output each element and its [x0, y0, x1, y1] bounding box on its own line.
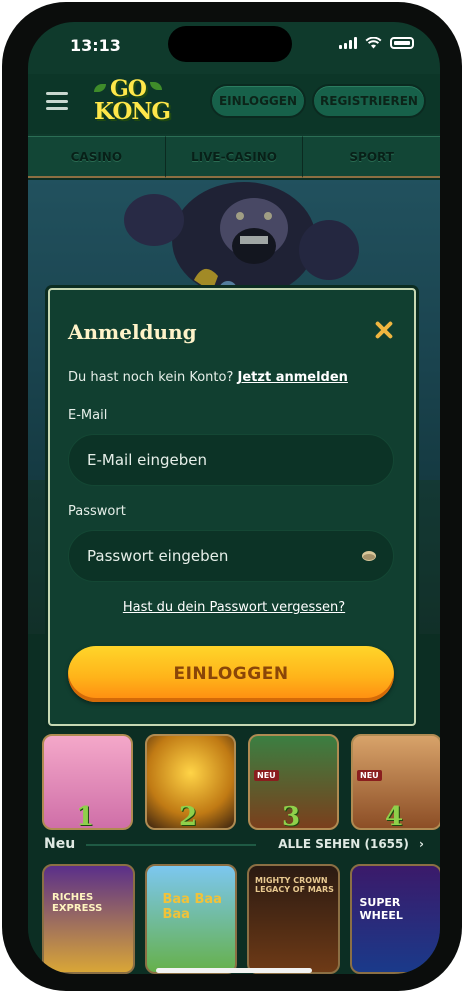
- password-placeholder: Passwort eingeben: [87, 547, 229, 565]
- show-password-icon[interactable]: [361, 549, 377, 563]
- battery-icon: [390, 37, 414, 49]
- game-card[interactable]: 2: [145, 734, 236, 830]
- game-card[interactable]: 1: [42, 734, 133, 830]
- email-label: E-Mail: [68, 408, 108, 423]
- status-icons: [339, 37, 414, 49]
- forgot-password-link[interactable]: Hast du dein Passwort vergessen?: [50, 600, 418, 615]
- register-link[interactable]: Jetzt anmelden: [238, 370, 348, 385]
- tab-live-casino[interactable]: LIVE-CASINO: [165, 136, 304, 178]
- tab-sport[interactable]: SPORT: [303, 136, 440, 178]
- menu-icon[interactable]: [46, 92, 68, 110]
- screen: 13:13 GO KONG EINLOGGEN REGISTRIEREN CAS…: [28, 22, 440, 974]
- status-time: 13:13: [70, 36, 121, 55]
- new-badge: NEU: [357, 770, 382, 781]
- wifi-icon: [365, 37, 382, 49]
- register-prompt: Du hast noch kein Konto? Jetzt anmelden: [68, 370, 348, 385]
- close-icon[interactable]: [372, 318, 396, 342]
- phone-frame: 13:13 GO KONG EINLOGGEN REGISTRIEREN CAS…: [2, 2, 462, 991]
- game-card[interactable]: SUPER WHEEL: [349, 864, 440, 974]
- email-placeholder: E-Mail eingeben: [87, 451, 208, 469]
- modal-title: Anmeldung: [68, 320, 197, 344]
- new-badge: NEU: [254, 770, 279, 781]
- home-indicator[interactable]: [156, 968, 312, 973]
- password-label: Passwort: [68, 504, 126, 519]
- top-header: GO KONG EINLOGGEN REGISTRIEREN: [28, 74, 440, 134]
- login-button[interactable]: EINLOGGEN: [68, 646, 394, 702]
- chevron-right-icon: ›: [419, 837, 424, 851]
- gokong-logo[interactable]: GO KONG: [90, 76, 171, 130]
- tab-casino[interactable]: CASINO: [28, 136, 166, 178]
- game-card[interactable]: MIGHTY CROWN LEGACY OF MARS: [247, 864, 340, 974]
- top-games-row: 1 2 NEU 3 NEU 4: [42, 734, 440, 834]
- email-field[interactable]: E-Mail eingeben: [68, 434, 394, 486]
- game-card[interactable]: NEU 4: [351, 734, 440, 830]
- section-title: Neu: [44, 836, 76, 852]
- password-field[interactable]: Passwort eingeben: [68, 530, 394, 582]
- game-card[interactable]: Baa Baa Baa: [144, 864, 237, 974]
- signal-icon: [339, 37, 357, 49]
- login-modal: Anmeldung Du hast noch kein Konto? Jetzt…: [48, 288, 416, 726]
- see-all-link[interactable]: ALLE SEHEN (1655) ›: [278, 837, 424, 851]
- header-login-button[interactable]: EINLOGGEN: [210, 84, 306, 118]
- game-card[interactable]: NEU 3: [248, 734, 339, 830]
- dynamic-island: [168, 26, 292, 62]
- category-nav: CASINO LIVE-CASINO SPORT: [28, 136, 440, 178]
- game-card[interactable]: RICHES EXPRESS: [42, 864, 135, 974]
- new-games-header: Neu ALLE SEHEN (1655) ›: [44, 836, 424, 856]
- header-register-button[interactable]: REGISTRIEREN: [312, 84, 426, 118]
- new-games-row: RICHES EXPRESS Baa Baa Baa MIGHTY CROWN …: [42, 864, 440, 974]
